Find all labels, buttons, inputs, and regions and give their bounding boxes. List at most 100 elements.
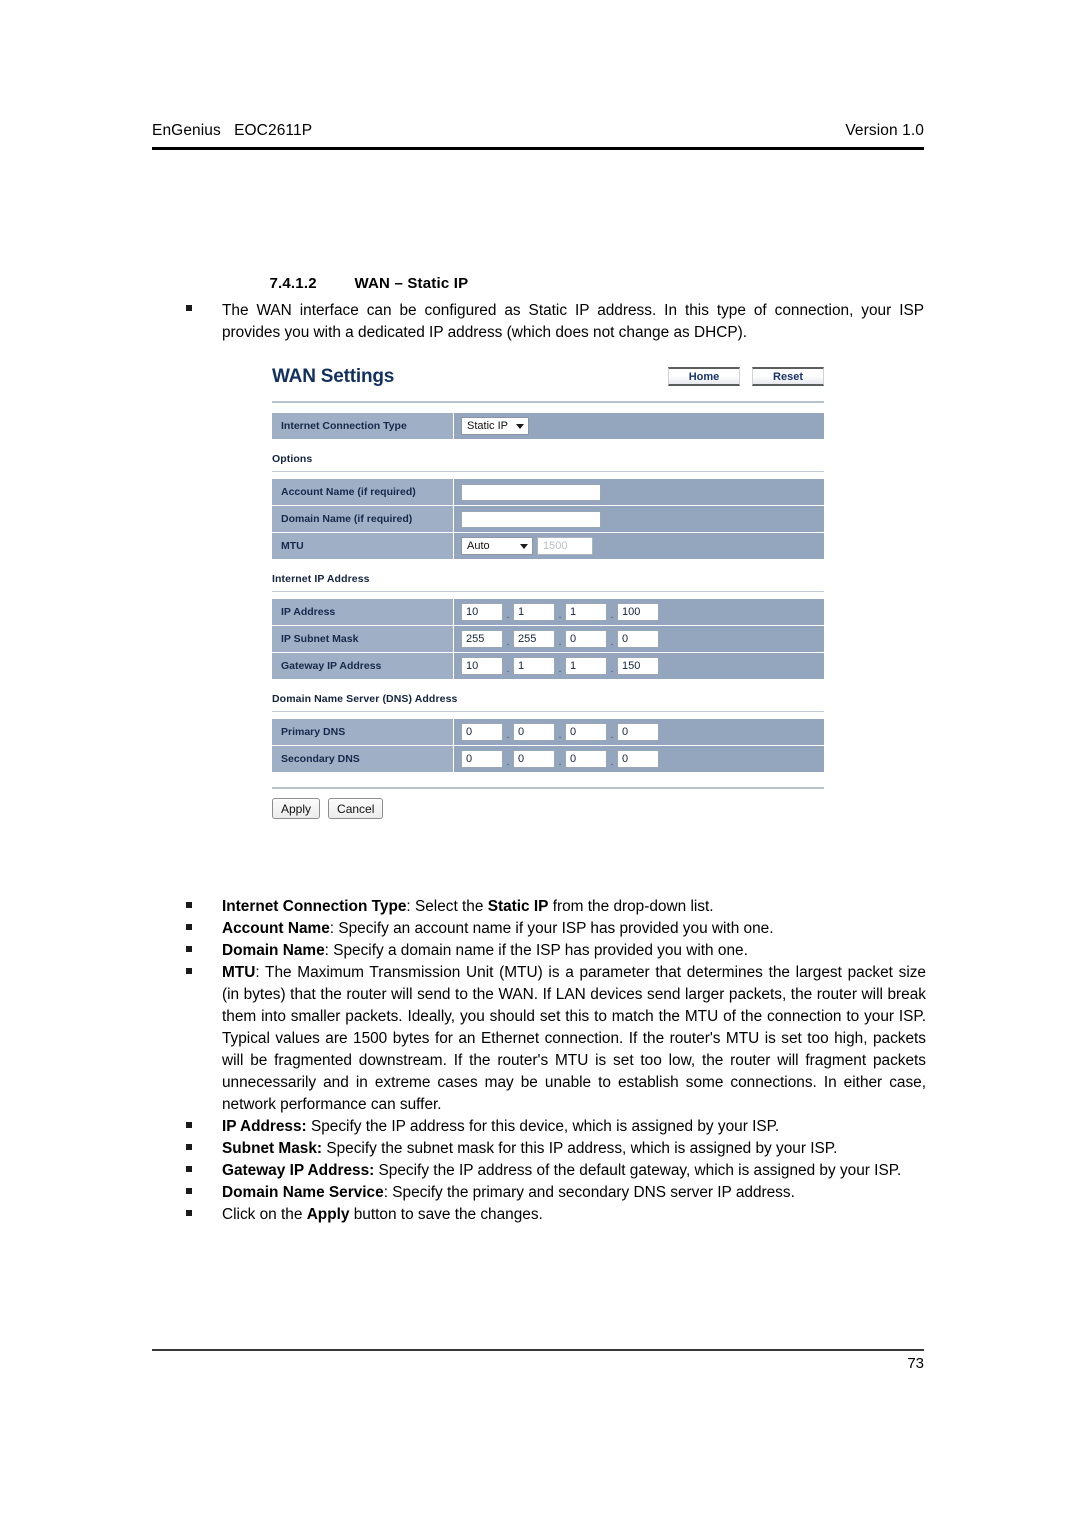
list-item: Domain Name Service: Specify the primary… <box>186 1182 926 1204</box>
secondary-dns-octet-1[interactable]: 0 <box>461 750 503 768</box>
ip-address-octet-4[interactable]: 100 <box>617 603 659 621</box>
primary-dns-octet-2[interactable]: 0 <box>513 723 555 741</box>
term: Domain Name <box>222 942 325 960</box>
list-item-text: Internet Connection Type: Select the Sta… <box>222 896 926 918</box>
chevron-down-icon <box>520 543 528 549</box>
row-primary-dns: Primary DNS 0 . 0 . 0 . 0 <box>272 719 824 746</box>
dns-divider <box>272 711 824 712</box>
term-rest: Specify the IP address of the default ga… <box>374 1162 902 1180</box>
list-item-text: Subnet Mask: Specify the subnet mask for… <box>222 1138 926 1160</box>
gateway-octet-1[interactable]: 10 <box>461 657 503 675</box>
internet-ip-divider <box>272 591 824 592</box>
primary-dns-octet-3[interactable]: 0 <box>565 723 607 741</box>
term-rest: : Select the <box>406 898 488 915</box>
octet-separator: . <box>610 728 614 741</box>
row-domain-name: Domain Name (if required) <box>272 506 824 533</box>
label-secondary-dns: Secondary DNS <box>272 746 454 772</box>
field-gateway-ip-address: 10 . 1 . 1 . 150 <box>454 653 824 679</box>
list-item-text: Domain Name Service: Specify the primary… <box>222 1182 926 1204</box>
bullet-square-icon <box>186 1144 192 1151</box>
secondary-dns-octet-2[interactable]: 0 <box>513 750 555 768</box>
term: Gateway IP Address: <box>222 1162 375 1180</box>
primary-dns-octet-4[interactable]: 0 <box>617 723 659 741</box>
header-version: Version 1.0 <box>845 122 924 139</box>
list-item: Domain Name: Specify a domain name if th… <box>186 940 926 962</box>
row-secondary-dns: Secondary DNS 0 . 0 . 0 . 0 <box>272 746 824 773</box>
subnet-mask-octet-3[interactable]: 0 <box>565 630 607 648</box>
header-divider <box>152 147 924 150</box>
gateway-octet-4[interactable]: 150 <box>617 657 659 675</box>
subnet-mask-octet-4[interactable]: 0 <box>617 630 659 648</box>
secondary-dns-octet-4[interactable]: 0 <box>617 750 659 768</box>
octet-separator: . <box>506 728 510 741</box>
field-internet-connection-type: Static IP <box>454 413 824 439</box>
bullet-square-icon <box>186 1188 192 1195</box>
document-page: EnGenius EOC2611P Version 1.0 7.4.1.2 WAN… <box>0 0 1080 1527</box>
field-ip-address: 10 . 1 . 1 . 100 <box>454 599 824 625</box>
account-name-input[interactable] <box>461 483 601 501</box>
row-ip-subnet-mask: IP Subnet Mask 255 . 255 . 0 . 0 <box>272 626 824 653</box>
label-ip-address: IP Address <box>272 599 454 625</box>
row-ip-address: IP Address 10 . 1 . 1 . 100 <box>272 599 824 626</box>
ip-address-octet-2[interactable]: 1 <box>513 603 555 621</box>
cancel-button[interactable]: Cancel <box>328 798 384 819</box>
gateway-octets: 10 . 1 . 1 . 150 <box>461 655 659 678</box>
router-web-ui-screenshot: WAN Settings Home Reset Internet Connect… <box>272 364 824 819</box>
label-primary-dns: Primary DNS <box>272 719 454 745</box>
mtu-size-input[interactable]: 1500 <box>537 537 593 555</box>
octet-separator: . <box>558 608 562 621</box>
primary-dns-octet-1[interactable]: 0 <box>461 723 503 741</box>
list-item: Account Name: Specify an account name if… <box>186 918 926 940</box>
label-account-name: Account Name (if required) <box>272 479 454 505</box>
header-product-name: EnGenius EOC2611P <box>152 122 313 139</box>
list-item: Internet Connection Type: Select the Sta… <box>186 896 926 918</box>
connection-type-select[interactable]: Static IP <box>461 417 529 435</box>
apply-button[interactable]: Apply <box>272 798 321 819</box>
ui-nav-buttons: Home Reset <box>668 367 824 386</box>
home-button[interactable]: Home <box>668 367 740 386</box>
gateway-octet-3[interactable]: 1 <box>565 657 607 675</box>
ui-page-title: WAN Settings <box>272 366 395 387</box>
row-mtu: MTU Auto 1500 <box>272 533 824 560</box>
ip-address-octet-1[interactable]: 10 <box>461 603 503 621</box>
field-account-name <box>454 479 824 505</box>
term: MTU <box>222 964 256 982</box>
octet-separator: . <box>558 635 562 648</box>
label-domain-name: Domain Name (if required) <box>272 506 454 532</box>
field-primary-dns: 0 . 0 . 0 . 0 <box>454 719 824 745</box>
reset-button[interactable]: Reset <box>752 367 824 386</box>
ip-address-octet-3[interactable]: 1 <box>565 603 607 621</box>
mtu-mode-select[interactable]: Auto <box>461 537 533 555</box>
description-list: Internet Connection Type: Select the Sta… <box>186 896 926 1226</box>
octet-separator: . <box>558 755 562 768</box>
connection-type-value: Static IP <box>467 420 508 432</box>
term: Subnet Mask: <box>222 1140 323 1158</box>
list-item-text: Domain Name: Specify a domain name if th… <box>222 940 926 962</box>
term: IP Address: <box>222 1118 307 1136</box>
gateway-octet-2[interactable]: 1 <box>513 657 555 675</box>
subnet-mask-octet-2[interactable]: 255 <box>513 630 555 648</box>
row-account-name: Account Name (if required) <box>272 479 824 506</box>
field-ip-subnet-mask: 255 . 255 . 0 . 0 <box>454 626 824 652</box>
row-gateway-ip-address: Gateway IP Address 10 . 1 . 1 . 150 <box>272 653 824 680</box>
secondary-dns-octet-3[interactable]: 0 <box>565 750 607 768</box>
intro-paragraph: The WAN interface can be configured as S… <box>186 300 924 344</box>
field-mtu: Auto 1500 <box>454 533 824 559</box>
bullet-square-icon <box>186 305 192 311</box>
bullet-square-icon <box>186 924 192 931</box>
secondary-dns-octets: 0 . 0 . 0 . 0 <box>461 748 659 771</box>
subheading-options: Options <box>272 453 313 465</box>
bullet-square-icon <box>186 1166 192 1173</box>
form-action-buttons: Apply Cancel <box>272 798 824 819</box>
options-divider <box>272 471 824 472</box>
list-item-text: MTU: The Maximum Transmission Unit (MTU)… <box>222 962 926 1116</box>
list-item-text: IP Address: Specify the IP address for t… <box>222 1116 926 1138</box>
footer-divider <box>152 1349 924 1351</box>
term-rest2: from the drop-down list. <box>548 898 714 915</box>
ip-address-octets: 10 . 1 . 1 . 100 <box>461 601 659 624</box>
subnet-mask-octet-1[interactable]: 255 <box>461 630 503 648</box>
term-rest: : Specify the primary and secondary DNS … <box>383 1184 795 1202</box>
chevron-down-icon <box>516 423 524 429</box>
domain-name-input[interactable] <box>461 510 601 528</box>
title-divider <box>272 401 824 403</box>
